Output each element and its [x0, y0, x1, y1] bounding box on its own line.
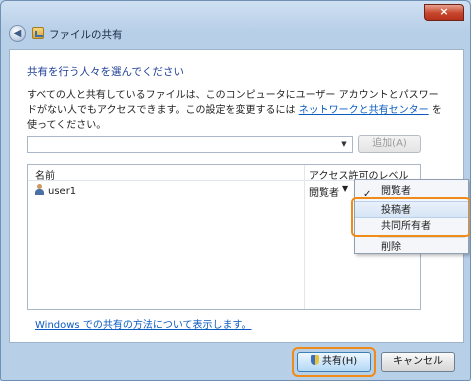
user-name: user1 — [48, 186, 77, 197]
user-combo-box[interactable]: ▼ — [27, 136, 353, 153]
menu-item-label: 閲覧者 — [381, 186, 411, 197]
back-button[interactable]: ◀ — [9, 25, 26, 42]
menu-item-label: 削除 — [381, 242, 401, 253]
cancel-button[interactable]: キャンセル — [381, 352, 455, 372]
close-icon: × — [439, 5, 449, 18]
file-share-icon — [32, 27, 44, 39]
user-icon — [35, 184, 44, 195]
menu-highlight-frame — [351, 197, 470, 237]
description-text: すべての人と共有しているファイルは、このコンピュータにユーザー アカウントとパス… — [27, 88, 447, 133]
dialog-window: × ◀ ファイルの共有 共有を行う人々を選んでください すべての人と共有している… — [0, 0, 471, 381]
permission-level[interactable]: 閲覧者 — [309, 184, 339, 199]
window-title: ファイルの共有 — [49, 29, 123, 41]
permission-dropdown-icon[interactable]: ▼ — [342, 184, 348, 193]
close-button[interactable]: × — [424, 4, 464, 21]
share-highlight-frame — [292, 347, 376, 377]
column-divider — [304, 165, 305, 309]
menu-divider — [379, 237, 465, 238]
network-center-link[interactable]: ネットワークと共有センター — [299, 105, 429, 116]
chevron-down-icon[interactable]: ▼ — [338, 138, 350, 151]
table-row[interactable]: user1 — [35, 184, 76, 197]
help-link[interactable]: Windows での共有の方法について表示します。 — [35, 316, 252, 331]
menu-item-remove[interactable]: 削除 — [355, 239, 468, 256]
back-arrow-icon: ◀ — [13, 28, 22, 39]
add-button[interactable]: 追加(A) — [358, 135, 421, 153]
page-heading: 共有を行う人々を選んでください — [27, 66, 184, 78]
